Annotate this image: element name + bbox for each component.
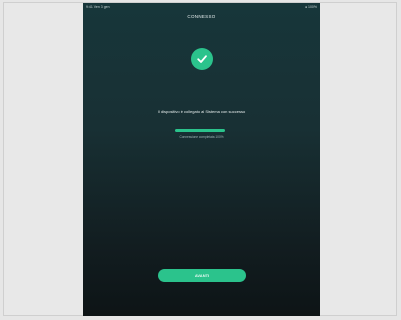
status-bar: 9:41 Ven 3 gen ● 100% xyxy=(83,3,320,11)
success-message: Il dispositivo è collegato al Sistema co… xyxy=(157,109,246,114)
device-screen: 9:41 Ven 3 gen ● 100% CONNESSO Il dispos… xyxy=(83,3,320,316)
progress-bar xyxy=(175,129,225,132)
checkmark-icon xyxy=(197,55,207,63)
next-button[interactable]: AVANTI xyxy=(158,269,246,282)
progress-caption: Connessione completata 100% xyxy=(179,135,224,139)
progress-fill xyxy=(175,129,225,132)
page: 9:41 Ven 3 gen ● 100% CONNESSO Il dispos… xyxy=(0,0,401,320)
status-bar-battery: ● 100% xyxy=(304,5,317,9)
page-title: CONNESSO xyxy=(187,14,216,19)
status-bar-time: 9:41 Ven 3 gen xyxy=(86,5,110,9)
check-circle-icon xyxy=(191,48,213,70)
